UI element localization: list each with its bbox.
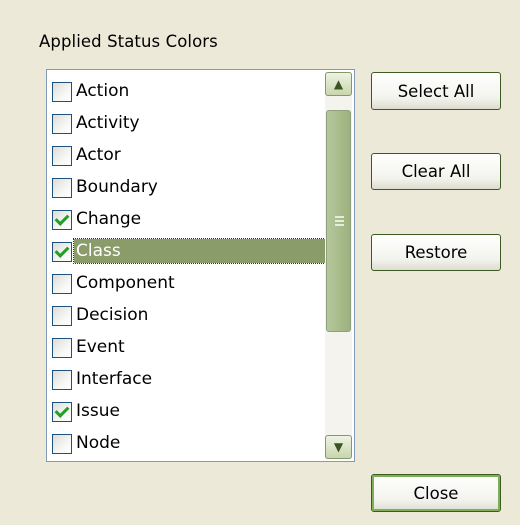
list-item[interactable]: Actor — [52, 139, 325, 171]
list-item-label: Activity — [76, 113, 140, 133]
list-item[interactable]: Component — [52, 267, 325, 299]
list-item[interactable]: Issue — [52, 395, 325, 427]
list-item-label: Decision — [76, 305, 149, 325]
list-item-label: Action — [76, 81, 130, 101]
checkbox[interactable] — [52, 210, 72, 230]
list-item-label: Node — [76, 433, 121, 453]
list-item[interactable]: Decision — [52, 299, 325, 331]
checkbox[interactable] — [52, 114, 72, 134]
checkbox[interactable] — [52, 242, 72, 262]
list-item[interactable]: Class — [52, 235, 326, 267]
checkbox[interactable] — [52, 274, 72, 294]
list-item[interactable]: Interface — [52, 363, 325, 395]
checkbox[interactable] — [52, 434, 72, 454]
list-items: Action Activity Actor Boundary Change Cl… — [52, 75, 326, 459]
list-item-label: Class — [73, 238, 326, 264]
group-label: Applied Status Colors — [39, 32, 218, 51]
list-item[interactable]: Change — [52, 203, 325, 235]
list-item-label: Change — [76, 209, 142, 229]
close-button[interactable]: Close — [371, 474, 501, 512]
vertical-scrollbar[interactable]: ▲ ▼ — [325, 72, 352, 459]
list-item-label: Issue — [76, 401, 120, 421]
restore-button[interactable]: Restore — [371, 234, 501, 271]
scroll-grip-icon — [335, 216, 344, 226]
checkbox[interactable] — [52, 402, 72, 422]
clear-all-button[interactable]: Clear All — [371, 153, 501, 190]
list-item-label: Component — [76, 273, 175, 293]
list-item-label: Actor — [76, 145, 121, 165]
list-item[interactable]: Node — [52, 427, 325, 459]
checkbox[interactable] — [52, 178, 72, 198]
list-item[interactable]: Action — [52, 75, 325, 107]
list-item-label: Event — [76, 337, 125, 357]
list-item-label: Interface — [76, 369, 153, 389]
list-item[interactable]: Event — [52, 331, 325, 363]
scroll-up-arrow-icon[interactable]: ▲ — [325, 72, 352, 96]
select-all-button[interactable]: Select All — [371, 72, 501, 110]
status-color-listbox[interactable]: Action Activity Actor Boundary Change Cl… — [46, 69, 355, 462]
list-item-label: Boundary — [76, 177, 158, 197]
scroll-down-arrow-icon[interactable]: ▼ — [325, 435, 352, 459]
checkbox[interactable] — [52, 370, 72, 390]
checkbox[interactable] — [52, 338, 72, 358]
list-item[interactable]: Activity — [52, 107, 325, 139]
list-item[interactable]: Boundary — [52, 171, 325, 203]
checkbox[interactable] — [52, 82, 72, 102]
scrollbar-thumb[interactable] — [326, 110, 351, 332]
checkbox[interactable] — [52, 146, 72, 166]
checkbox[interactable] — [52, 306, 72, 326]
